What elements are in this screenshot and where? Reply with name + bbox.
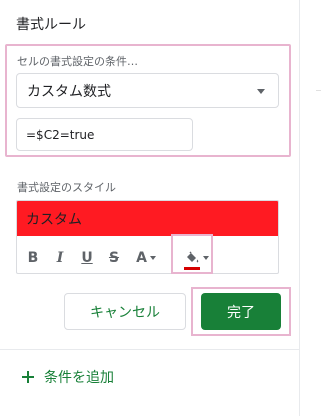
condition-select-value: カスタム数式: [27, 84, 111, 100]
plus-icon: [22, 371, 34, 383]
cancel-button[interactable]: キャンセル: [64, 293, 186, 330]
condition-label: セルの書式設定の条件…: [17, 55, 138, 68]
section-divider: [0, 349, 299, 350]
style-label: 書式設定のスタイル: [17, 181, 116, 194]
condition-select[interactable]: カスタム数式: [16, 73, 279, 108]
fill-highlight-box: [171, 234, 213, 274]
style-box: カスタム B I U S A: [16, 200, 279, 274]
panel-title: 書式ルール: [16, 17, 86, 33]
bold-button[interactable]: B: [25, 248, 41, 268]
formula-input[interactable]: [16, 118, 193, 151]
add-condition-label: 条件を追加: [44, 370, 114, 386]
add-condition-button[interactable]: 条件を追加: [22, 367, 114, 387]
text-color-button[interactable]: A: [133, 248, 159, 268]
chevron-down-icon: [257, 89, 265, 94]
strikethrough-button[interactable]: S: [106, 248, 122, 268]
italic-button[interactable]: I: [52, 248, 68, 268]
style-preview-text: カスタム: [26, 212, 82, 228]
style-preview: カスタム: [17, 201, 278, 236]
text-color-icon: A: [136, 250, 147, 266]
underline-button[interactable]: U: [79, 248, 95, 268]
done-button[interactable]: 完了: [201, 293, 281, 330]
grid-line: [316, 90, 321, 91]
chevron-down-icon: [149, 256, 156, 260]
sheet-area[interactable]: [300, 0, 321, 416]
